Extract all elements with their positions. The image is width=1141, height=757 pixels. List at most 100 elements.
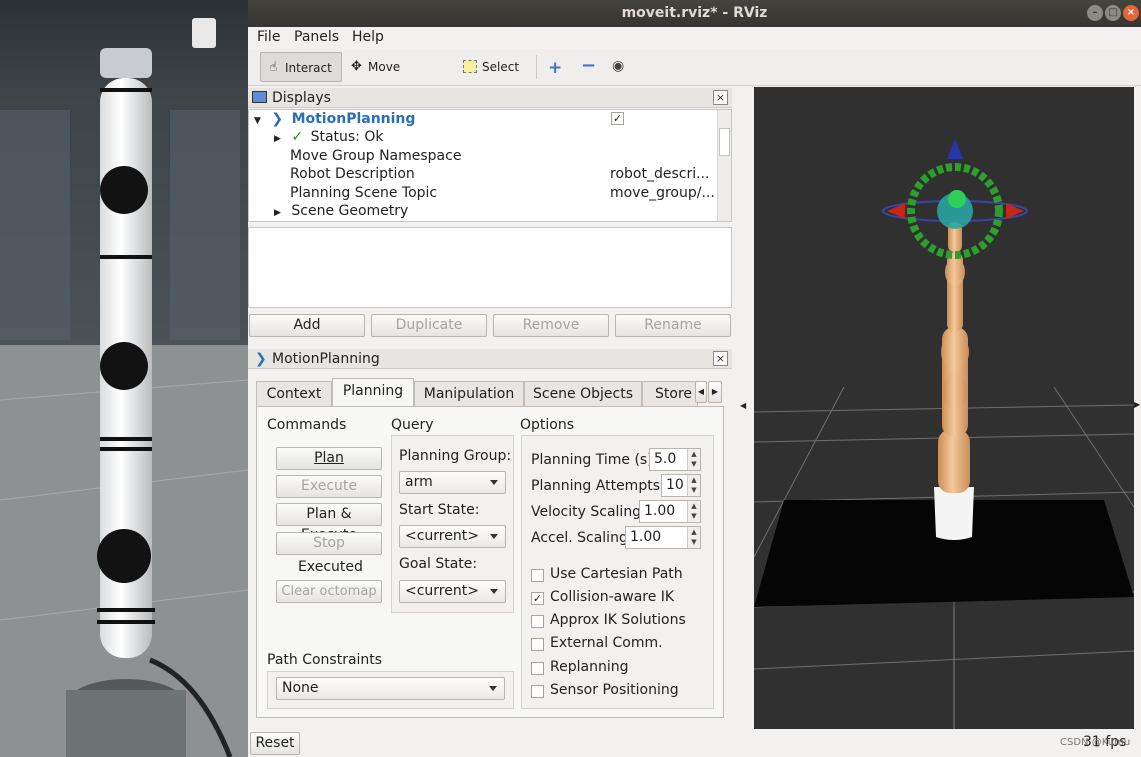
accel-scaling-label: Accel. Scaling: (531, 530, 633, 546)
reset-button[interactable]: Reset (250, 732, 300, 755)
eye-icon[interactable]: ◉ (612, 58, 624, 74)
watermark-text: CSDN @Kumu (1060, 737, 1131, 748)
interact-tool-label: Interact (285, 61, 332, 75)
execute-button[interactable]: Execute (276, 475, 382, 498)
tree-row-move-group-namespace[interactable]: Move Group Namespace (290, 147, 461, 165)
accel-scaling-spinbox[interactable]: 1.00 ▲ ▼ (625, 526, 701, 549)
collision-aware-ik-checkbox[interactable]: ✓ (531, 592, 544, 605)
chevron-down-icon (489, 686, 497, 691)
motionplanning-icon: ❯ (271, 111, 284, 127)
commands-heading: Commands (267, 417, 347, 433)
planning-time-spinbox[interactable]: 5.0 ▲ ▼ (649, 448, 701, 471)
approx-ik-label[interactable]: Approx IK Solutions (550, 612, 686, 628)
interact-tool-button[interactable]: ☝ Interact (260, 52, 342, 82)
monitor-icon (252, 91, 267, 103)
external-comm-label[interactable]: External Comm. (550, 635, 663, 651)
window-titlebar: moveit.rviz* - RViz – □ × (248, 0, 1141, 27)
sensor-positioning-label[interactable]: Sensor Positioning (550, 682, 679, 698)
minimize-icon[interactable]: – (1087, 5, 1103, 21)
tab-planning[interactable]: Planning (332, 378, 414, 408)
status-bar: Reset 31 fps CSDN @Kumu (248, 729, 1141, 757)
add-tool-icon[interactable]: + (548, 58, 562, 78)
spin-arrows-icon[interactable]: ▲ ▼ (687, 501, 700, 522)
spin-arrows-icon[interactable]: ▲ ▼ (687, 527, 700, 548)
close-icon[interactable]: × (1123, 5, 1139, 21)
sensor-positioning-checkbox[interactable] (531, 685, 544, 698)
planning-time-label: Planning Time (s): (531, 452, 658, 468)
tree-scrollbar[interactable] (717, 110, 731, 221)
displays-panel-header: Displays × (248, 88, 732, 108)
planning-attempts-value: 10 (666, 477, 684, 493)
planning-group-combo[interactable]: arm (399, 471, 506, 494)
replanning-checkbox[interactable] (531, 662, 544, 675)
tree-label: Scene Geometry (291, 203, 409, 219)
use-cartesian-path-checkbox[interactable] (531, 569, 544, 582)
velocity-scaling-label: Velocity Scaling: (531, 504, 646, 520)
displays-close-icon[interactable]: × (713, 90, 728, 105)
tab-scene-objects[interactable]: Scene Objects (524, 381, 642, 407)
approx-ik-checkbox[interactable] (531, 615, 544, 628)
collision-aware-ik-label[interactable]: Collision-aware IK (550, 589, 674, 605)
tab-scroll-right-button[interactable]: ▶ (708, 381, 722, 403)
remove-tool-icon[interactable]: − (581, 55, 596, 76)
select-tool-button[interactable]: Select (458, 52, 522, 82)
maximize-icon[interactable]: □ (1105, 5, 1121, 21)
replanning-label[interactable]: Replanning (550, 659, 628, 675)
menu-file[interactable]: File (257, 29, 280, 45)
motionplanning-close-icon[interactable]: × (713, 351, 728, 366)
scene-canvas[interactable] (754, 87, 1134, 729)
collapse-right-icon[interactable]: ▶ (1134, 400, 1140, 409)
tree-row-scene-geometry[interactable]: ▶ Scene Geometry (274, 202, 408, 220)
tree-row-robot-description[interactable]: Robot Description (290, 165, 415, 183)
tree-value[interactable]: move_group/... (610, 184, 715, 202)
plan-execute-button[interactable]: Plan & Execute (276, 503, 382, 543)
move-camera-tool-button[interactable]: ✥ Move Camera (344, 52, 444, 104)
tab-stored[interactable]: Store (642, 381, 698, 407)
path-constraints-combo[interactable]: None (276, 677, 505, 700)
chevron-down-icon (490, 589, 498, 594)
menu-panels[interactable]: Panels (294, 29, 339, 45)
stop-button[interactable]: Stop (276, 532, 382, 555)
panel-splitter[interactable]: ◀ (732, 87, 754, 729)
planning-attempts-spinbox[interactable]: 10 ▲ ▼ (661, 474, 701, 497)
path-constraints-value: None (282, 680, 319, 696)
planning-attempts-label: Planning Attempts: (531, 478, 665, 494)
start-state-combo[interactable]: <current> (399, 525, 506, 548)
tree-row-status[interactable]: ▶ ✓ Status: Ok (274, 128, 383, 146)
tree-row-motionplanning[interactable]: ▼ ❯ MotionPlanning (254, 110, 415, 128)
toolbar: ☝ Interact ✥ Move Camera Select + − ◉ (248, 49, 1141, 104)
move-arrows-icon: ✥ (351, 59, 362, 74)
collapse-left-icon[interactable]: ◀ (740, 401, 746, 410)
use-cartesian-path-label[interactable]: Use Cartesian Path (550, 566, 683, 582)
spin-arrows-icon[interactable]: ▲ ▼ (687, 449, 700, 470)
displays-tree: ▼ ❯ MotionPlanning ✓ ▶ ✓ Status: Ok Move… (248, 109, 732, 222)
tab-manipulation[interactable]: Manipulation (414, 381, 524, 407)
spin-arrows-icon[interactable]: ▲ ▼ (687, 475, 700, 496)
external-comm-checkbox[interactable] (531, 638, 544, 651)
screen: moveit.rviz* - RViz – □ × File Panels He… (0, 0, 1141, 757)
motionplanning-enabled-checkbox[interactable]: ✓ (611, 112, 624, 125)
remove-display-button[interactable]: Remove (493, 314, 609, 337)
displays-title: Displays (272, 90, 331, 106)
collapse-arrow-icon: ▶ (274, 134, 281, 144)
add-display-button[interactable]: Add (249, 314, 365, 337)
tab-scroll-left-button[interactable]: ◀ (695, 381, 707, 403)
scrollbar-thumb[interactable] (719, 128, 730, 156)
render-3d-view[interactable] (754, 87, 1134, 729)
motionplanning-icon: ❯ (255, 351, 267, 367)
query-heading: Query (391, 417, 434, 433)
tab-context[interactable]: Context (256, 381, 332, 407)
planning-time-value: 5.0 (654, 451, 677, 467)
toolbar-separator (536, 55, 537, 79)
planning-group-label: Planning Group: (399, 448, 512, 464)
duplicate-display-button[interactable]: Duplicate (371, 314, 487, 337)
menu-help[interactable]: Help (352, 29, 384, 45)
plan-button[interactable]: Plan (276, 447, 382, 470)
window-title: moveit.rviz* - RViz (621, 5, 768, 21)
tree-value[interactable]: robot_descri... (610, 165, 709, 183)
rename-display-button[interactable]: Rename (615, 314, 731, 337)
tree-row-planning-scene-topic[interactable]: Planning Scene Topic (290, 184, 437, 202)
clear-octomap-button[interactable]: Clear octomap (276, 580, 382, 603)
goal-state-combo[interactable]: <current> (399, 580, 506, 603)
velocity-scaling-spinbox[interactable]: 1.00 ▲ ▼ (639, 500, 701, 523)
